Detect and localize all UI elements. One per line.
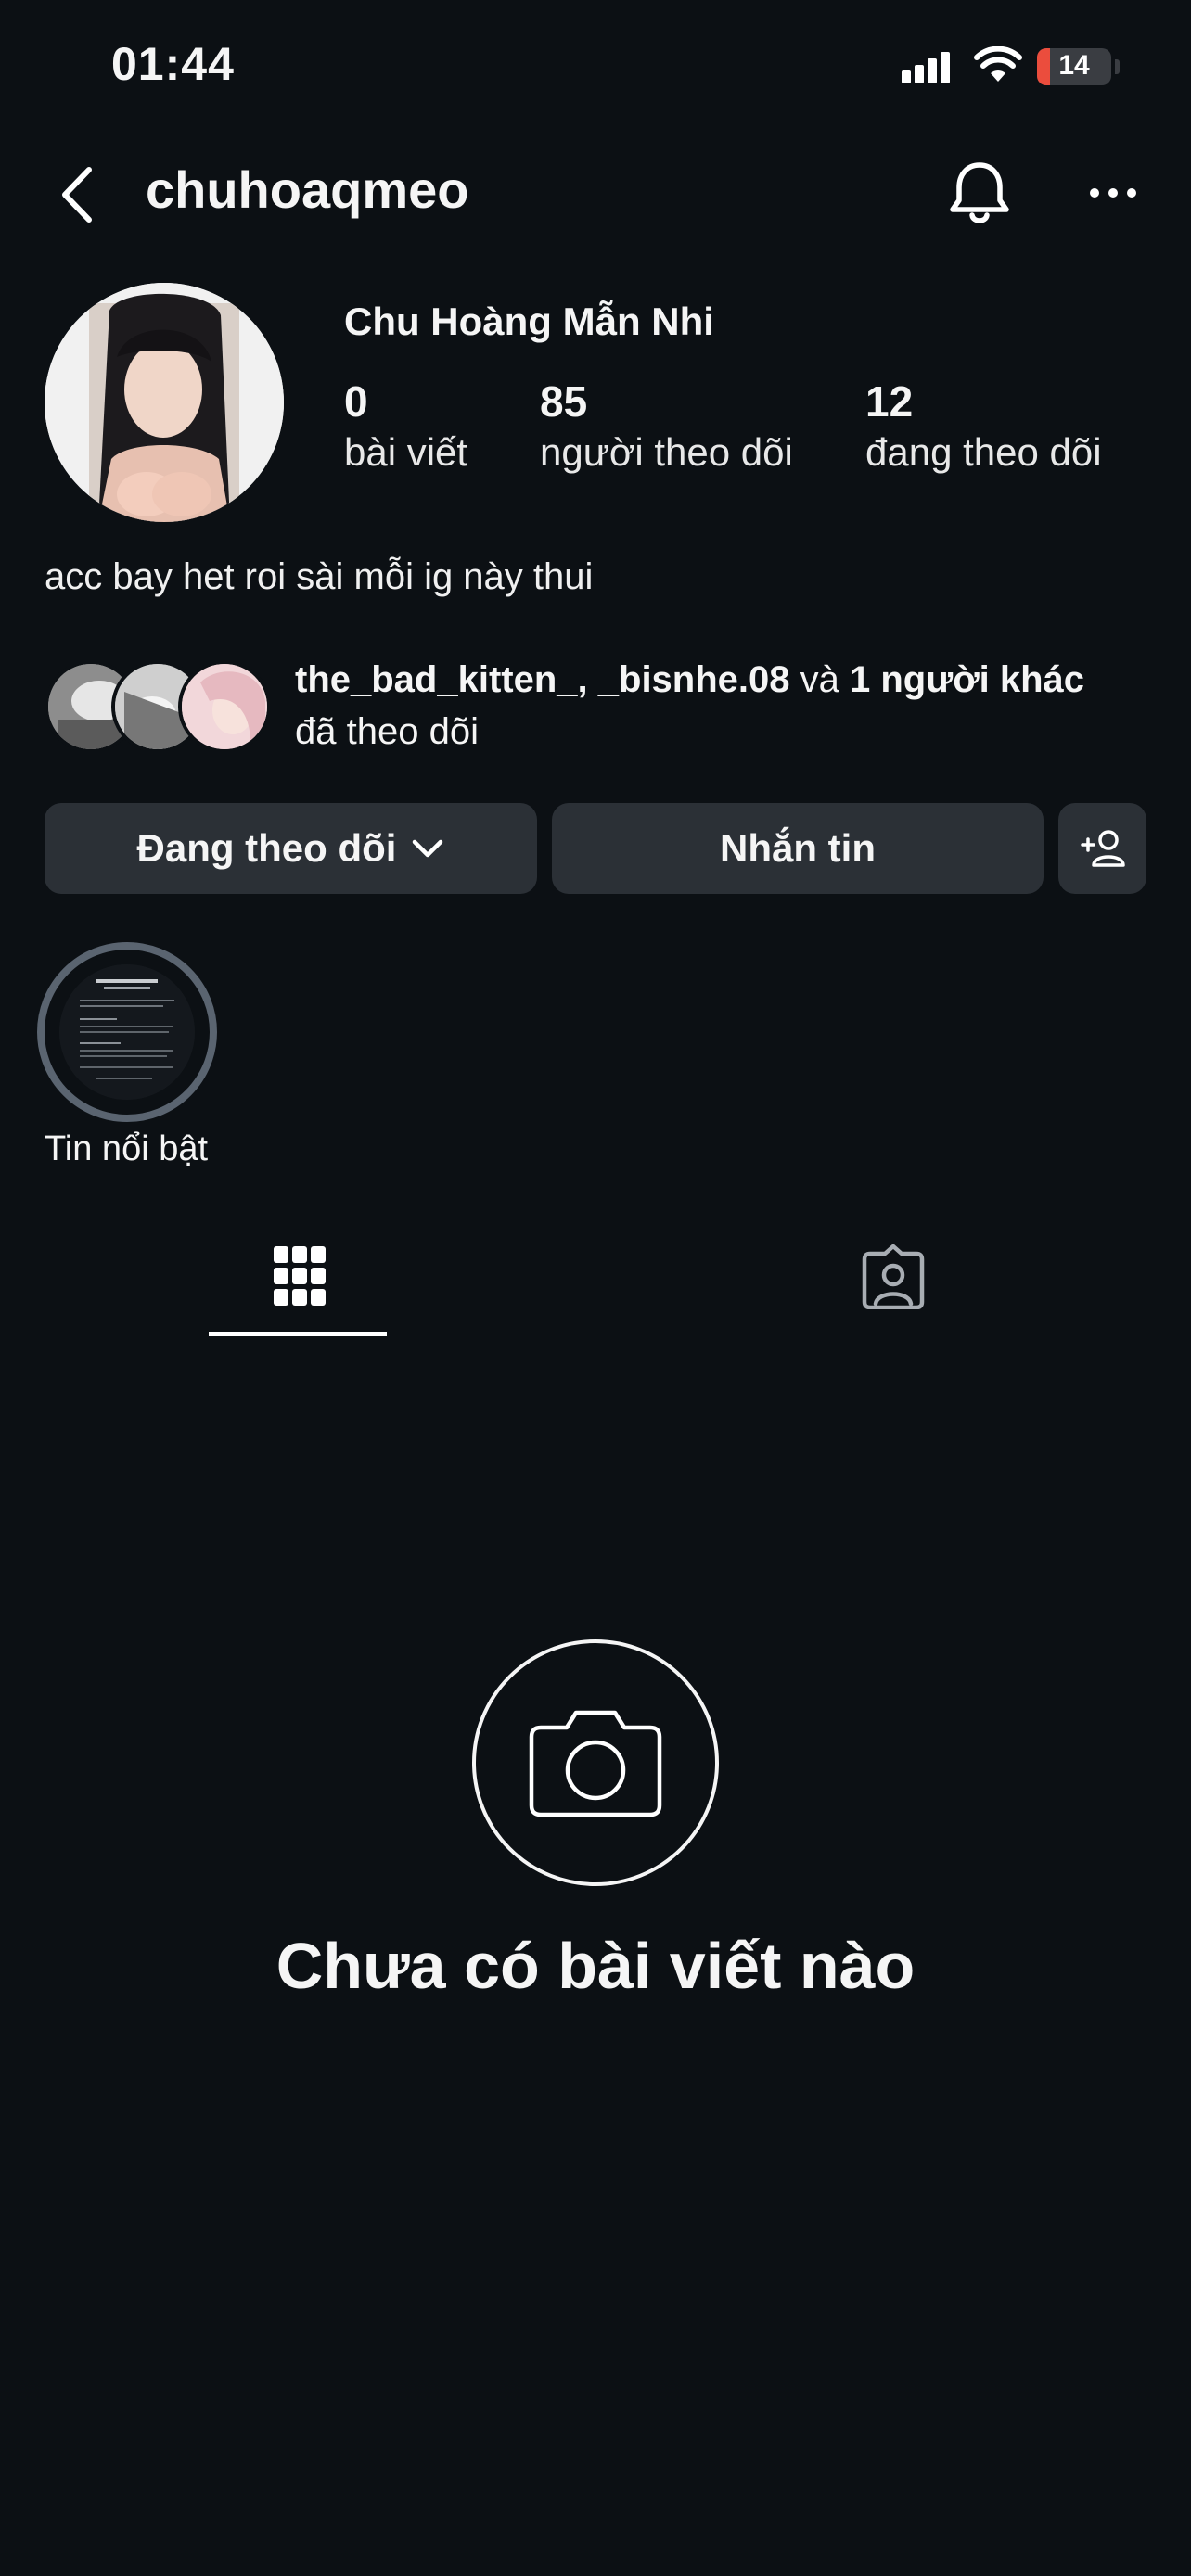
mutual-followers-avatars[interactable] — [45, 660, 276, 753]
add-person-icon — [1080, 830, 1125, 867]
stat-following-label: đang theo dõi — [865, 429, 1102, 474]
empty-state-title: Chưa có bài viết nào — [275, 1930, 916, 2002]
message-button-label: Nhắn tin — [720, 826, 876, 870]
tagged-icon — [862, 1244, 924, 1309]
tab-tagged[interactable] — [835, 1224, 951, 1326]
stat-followers-label: người theo dõi — [540, 429, 793, 474]
active-tab-indicator — [209, 1332, 387, 1336]
following-button[interactable]: Đang theo dõi — [45, 803, 537, 894]
cellular-signal-icon — [902, 50, 957, 83]
bell-icon[interactable] — [946, 158, 1013, 228]
battery-cap — [1115, 59, 1120, 74]
following-button-label: Đang theo dõi — [136, 826, 397, 870]
wifi-icon — [974, 46, 1022, 82]
empty-state-camera — [472, 1639, 719, 1886]
story-highlight[interactable] — [37, 942, 217, 1122]
battery-percent: 14 — [1058, 50, 1090, 81]
status-time: 01:44 — [111, 38, 235, 90]
stat-posts-label: bài viết — [344, 429, 468, 474]
message-button[interactable]: Nhắn tin — [552, 803, 1044, 894]
mutual-followers-text[interactable]: the_bad_kitten_, _bisnhe.08 và 1 người k… — [295, 654, 1158, 758]
mutual-others: 1 người khác — [850, 659, 1085, 700]
display-name: Chu Hoàng Mẫn Nhi — [344, 300, 714, 343]
mutual-avatar — [178, 660, 271, 753]
avatar-photo — [45, 283, 284, 522]
more-icon[interactable] — [1085, 174, 1141, 211]
battery-indicator: 14 — [1037, 48, 1111, 85]
mutual-connector: và — [789, 659, 850, 700]
camera-icon — [529, 1710, 662, 1817]
mutual-suffix: đã theo dõi — [295, 711, 479, 752]
add-person-button[interactable] — [1058, 803, 1146, 894]
stat-posts: 0 bài viết — [344, 378, 467, 476]
profile-screen: 01:44 14 chuhoaqmeo Chu Hoàng Mẫn Nhi 0 … — [0, 0, 1191, 2576]
stat-following-count: 12 — [865, 377, 914, 426]
profile-bio: acc bay het roi sài mỗi ig này thui — [45, 556, 594, 597]
story-highlight-label: Tin nổi bật — [45, 1129, 209, 1168]
profile-avatar[interactable] — [45, 283, 284, 522]
stat-followers-count: 85 — [540, 377, 588, 426]
back-icon[interactable] — [54, 162, 100, 227]
profile-username: chuhoaqmeo — [146, 160, 469, 219]
stat-followers[interactable]: 85 người theo dõi — [540, 378, 793, 476]
story-highlight-cover — [59, 964, 195, 1100]
stat-posts-count: 0 — [344, 377, 368, 426]
tab-posts-grid[interactable] — [209, 1224, 390, 1340]
stat-following[interactable]: 12 đang theo dõi — [865, 378, 1102, 476]
mutual-follower-names: the_bad_kitten_, _bisnhe.08 — [295, 659, 790, 700]
chevron-down-icon — [413, 839, 443, 858]
grid-icon — [273, 1246, 326, 1306]
